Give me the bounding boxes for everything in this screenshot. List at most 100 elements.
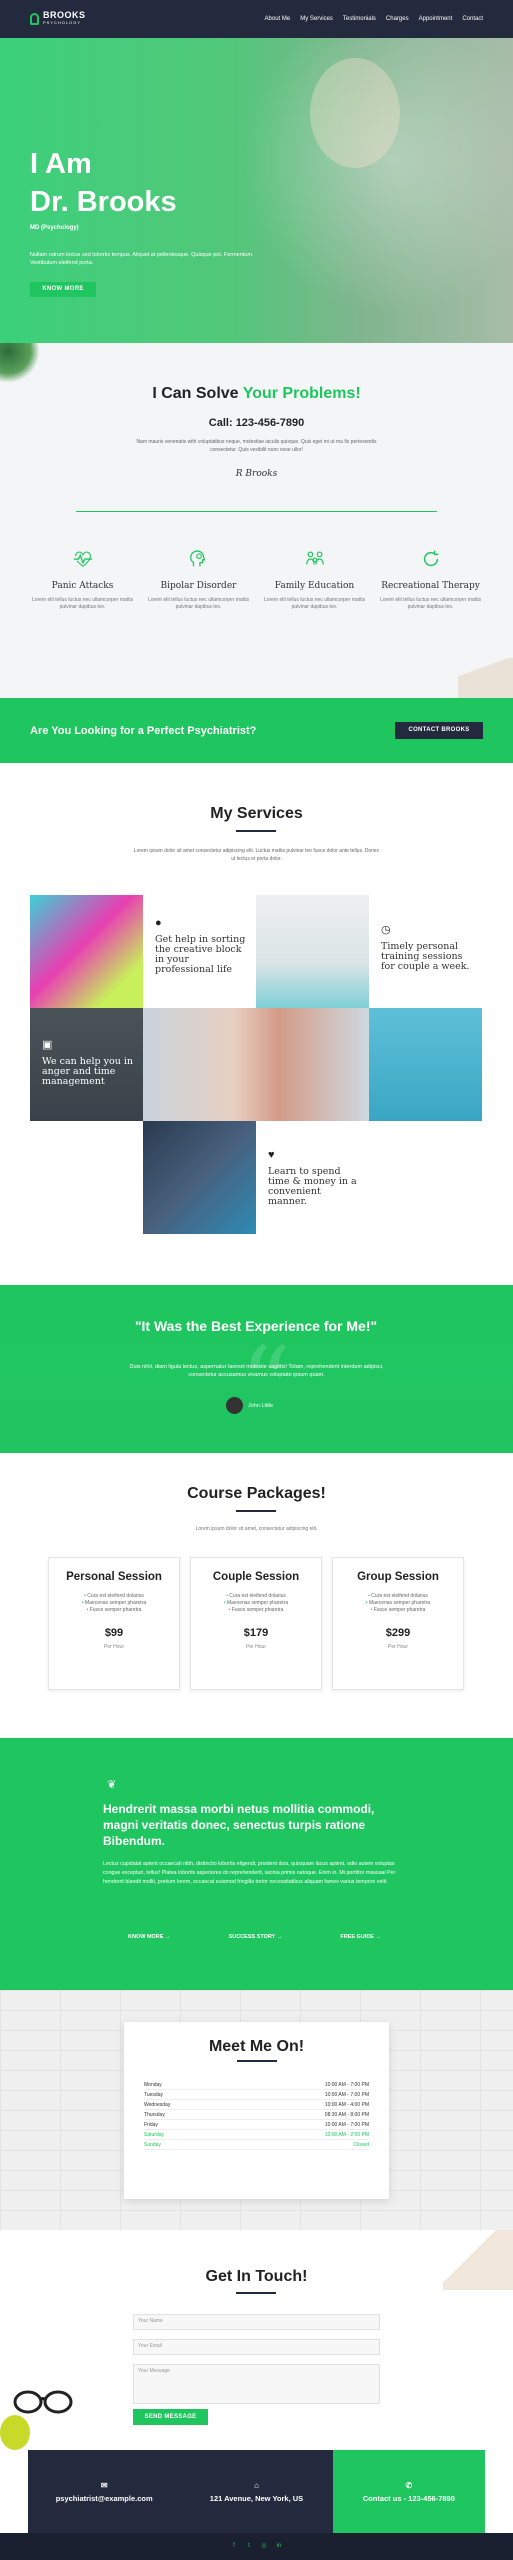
email-block[interactable]: ✉ psychiatrist@example.com: [28, 2450, 181, 2533]
family-icon: [305, 551, 324, 565]
package-card[interactable]: Group Session Cura est eleifend dolarius…: [332, 1557, 464, 1690]
service-text: Timely personal training sessions for co…: [381, 941, 470, 972]
family-photo: [143, 1008, 369, 1121]
heart-icon: ♥: [268, 1149, 275, 1161]
nav-about[interactable]: About Me: [265, 16, 291, 22]
nav-services[interactable]: My Services: [300, 16, 333, 22]
time: 08:30 AM - 8:00 PM: [324, 2111, 369, 2118]
hours-row: Wednesday 10:00 AM - 4:00 PM: [144, 2100, 369, 2110]
map-icon: ⌂: [254, 2480, 259, 2490]
link-label: FREE GUIDE: [340, 1934, 374, 1940]
arrow-right-icon: →: [375, 1934, 382, 1940]
plant-image: [0, 343, 40, 383]
site-footer: f t ◎ in: [0, 2533, 513, 2560]
head-icon: [189, 550, 205, 567]
package-card[interactable]: Couple Session Cura est eleifend dolariu…: [190, 1557, 322, 1690]
hours-row: Thursday 08:30 AM - 8:00 PM: [144, 2110, 369, 2120]
info-title: Hendrerit massa morbi netus mollitia com…: [103, 1802, 375, 1848]
linkedin-icon[interactable]: in: [276, 2543, 283, 2550]
instagram-icon[interactable]: ◎: [261, 2543, 268, 2550]
problem-text: Lorem elit tellus luctus nec ullamcorper…: [263, 597, 366, 610]
testimonial-section: “ "It Was the Best Experience for Me!" D…: [0, 1285, 513, 1453]
service-text: Get help in sorting the creative block i…: [155, 934, 246, 975]
banner-title: Are You Looking for a Perfect Psychiatri…: [30, 724, 257, 737]
service-tile: ▣ We can help you in anger and time mana…: [30, 1008, 143, 1121]
contact-section: Get In Touch! Your Name Your Email Your …: [0, 2230, 513, 2450]
nav-appointment[interactable]: Appointment: [419, 16, 453, 22]
hero-section: I Am Dr. Brooks MD (Psychology) Nullam r…: [0, 38, 513, 343]
time: Closed: [353, 2141, 369, 2148]
package-name: Couple Session: [212, 1571, 300, 1583]
time: 10:00 AM - 7:00 PM: [324, 2081, 369, 2088]
time: 10:00 AM - 7:00 PM: [324, 2121, 369, 2128]
info-section: ❦ Hendrerit massa morbi netus mollitia c…: [0, 1738, 513, 1990]
nav-testimonials[interactable]: Testimonials: [343, 16, 376, 22]
twitter-icon[interactable]: t: [246, 2543, 253, 2550]
feature-item: Cura est eleifend dolarius: [333, 1593, 463, 1600]
problems-title-highlight: Your Problems!: [242, 385, 361, 402]
day: Friday: [144, 2121, 158, 2128]
hours-title: Meet Me On!: [208, 2038, 305, 2055]
refresh-icon: [423, 550, 438, 567]
problem-text: Lorem elit tellus luctus nec ullamcorper…: [379, 597, 482, 610]
kettlebell-image: [30, 895, 143, 1008]
packages-section: Course Packages! Lorem ipsum dolor sit a…: [0, 1453, 513, 1738]
phone-block[interactable]: ✆ Contact us - 123-456-7890: [332, 2450, 485, 2533]
problem-text: Lorem elit tellus luctus nec ullamcorper…: [31, 597, 134, 610]
day: Tuesday: [144, 2091, 163, 2098]
phone-icon: ✆: [405, 2480, 413, 2490]
time: 10:00 AM - 2:00 PM: [324, 2131, 369, 2138]
package-price: $299: [385, 1627, 411, 1639]
flowers-gift-image: [256, 895, 369, 1008]
divider-line: [76, 511, 437, 512]
service-tile: ● Get help in sorting the creative block…: [143, 895, 256, 1008]
facebook-icon[interactable]: f: [231, 2543, 238, 2550]
feature-item: Maecenas semper pharetra: [49, 1600, 179, 1607]
know-more-link[interactable]: KNOW MORE →: [128, 1934, 170, 1940]
problems-section: I Can Solve Your Problems! Call: 123-456…: [0, 343, 513, 698]
hero-subtitle: MD (Psychology): [30, 225, 79, 231]
problems-title-start: I Can Solve: [152, 385, 243, 402]
clock-icon: ◷: [381, 924, 391, 936]
logo-main-text: BROOKS: [43, 10, 86, 20]
contact-title: Get In Touch!: [205, 2268, 308, 2285]
info-text: Lectus cupidatat aptent occaecati nibh, …: [103, 1861, 396, 1885]
package-name: Group Session: [357, 1571, 439, 1583]
title-underline: [236, 2292, 276, 2294]
package-card[interactable]: Personal Session Cura est eleifend dolar…: [48, 1557, 180, 1690]
free-guide-link[interactable]: FREE GUIDE →: [340, 1934, 381, 1940]
logo-icon: [30, 13, 39, 25]
packages-subtitle: Lorem ipsum dolor sit amet, consectetur …: [195, 1526, 318, 1532]
package-unit: Per Hour: [245, 1644, 266, 1650]
logo[interactable]: BROOKS PSYCHOLOGY: [30, 11, 86, 27]
title-underline: [236, 830, 276, 832]
envelope-icon: ✉: [100, 2480, 108, 2490]
email-field[interactable]: Your Email: [133, 2339, 380, 2355]
day: Sunday: [144, 2141, 161, 2148]
hero-title-line1: I Am: [30, 148, 92, 180]
send-message-button[interactable]: SEND MESSAGE: [133, 2409, 208, 2425]
nav-contact[interactable]: Contact: [462, 16, 483, 22]
package-unit: Per Hour: [103, 1644, 124, 1650]
avatar: [226, 1397, 243, 1414]
hours-row: Tuesday 10:00 AM - 7:00 PM: [144, 2090, 369, 2100]
hero-title-line2: Dr. Brooks: [30, 186, 177, 218]
problems-text: Nam mauris venenatis with voluptatibus n…: [136, 439, 377, 453]
problem-title: Bipolar Disorder: [160, 581, 237, 591]
service-tile: ◷ Timely personal training sessions for …: [369, 895, 482, 1008]
arrow-right-icon: →: [164, 1934, 171, 1940]
success-story-link[interactable]: SUCCESS STORY →: [229, 1934, 283, 1940]
notebook-image: [458, 658, 513, 698]
hours-row: Sunday Closed: [144, 2140, 369, 2150]
packages-title: Course Packages!: [187, 1485, 326, 1502]
know-more-button[interactable]: KNOW MORE: [30, 282, 96, 297]
service-text: Learn to spend time & money in a conveni…: [268, 1166, 357, 1207]
contact-brooks-button[interactable]: CONTACT BROOKS: [395, 722, 483, 739]
nav-charges[interactable]: Charges: [386, 16, 409, 22]
day: Monday: [144, 2081, 162, 2088]
message-field[interactable]: Your Message: [133, 2364, 380, 2404]
credit-card-image: [143, 1121, 256, 1234]
service-text: We can help you in anger and time manage…: [42, 1056, 134, 1087]
cta-banner: Are You Looking for a Perfect Psychiatri…: [0, 698, 513, 763]
name-field[interactable]: Your Name: [133, 2314, 380, 2330]
